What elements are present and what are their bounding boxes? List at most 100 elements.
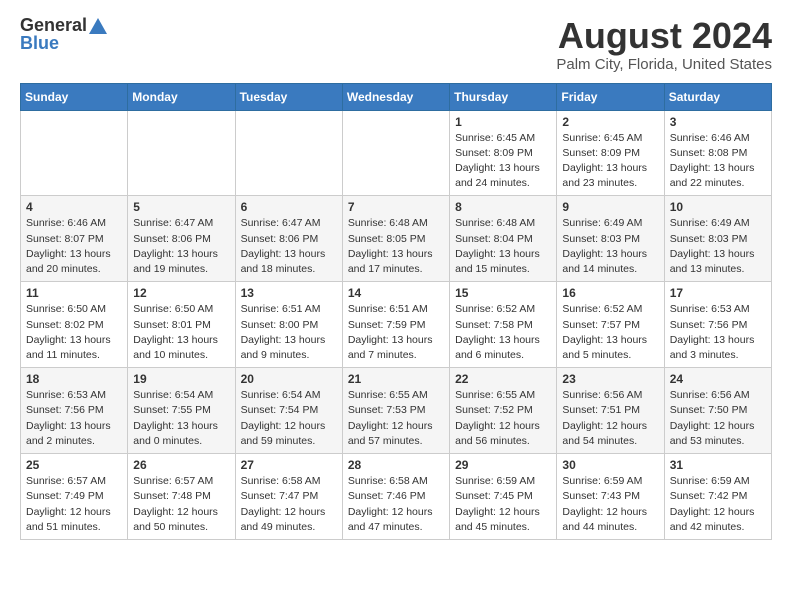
weekday-header-cell: Thursday — [450, 83, 557, 110]
calendar-day-cell: 16 Sunrise: 6:52 AM Sunset: 7:57 PM Dayli… — [557, 282, 664, 368]
calendar-day-cell: 15Sunrise: 6:52 AM Sunset: 7:58 PM Dayli… — [450, 282, 557, 368]
day-info: Sunrise: 6:50 AM Sunset: 8:02 PM Dayligh… — [26, 302, 122, 363]
day-info: Sunrise: 6:58 AM Sunset: 7:47 PM Dayligh… — [241, 474, 337, 535]
calendar-day-cell — [342, 110, 449, 196]
day-info: Sunrise: 6:56 AM Sunset: 7:51 PM Dayligh… — [562, 388, 658, 449]
calendar-day-cell: 13 Sunrise: 6:51 AM Sunset: 8:00 PM Dayli… — [235, 282, 342, 368]
day-info: Sunrise: 6:49 AM Sunset: 8:03 PM Dayligh… — [562, 216, 658, 277]
day-number: 13 — [241, 286, 337, 300]
day-number: 25 — [26, 458, 122, 472]
calendar-day-cell: 11 Sunrise: 6:50 AM Sunset: 8:02 PM Dayli… — [21, 282, 128, 368]
calendar-day-cell: 31Sunrise: 6:59 AM Sunset: 7:42 PM Dayli… — [664, 454, 771, 540]
calendar-week-row: 1 Sunrise: 6:45 AM Sunset: 8:09 PM Daylig… — [21, 110, 772, 196]
location-title: Palm City, Florida, United States — [556, 56, 772, 73]
calendar-week-row: 18 Sunrise: 6:53 AM Sunset: 7:56 PM Dayli… — [21, 368, 772, 454]
day-number: 30 — [562, 458, 658, 472]
weekday-header-cell: Friday — [557, 83, 664, 110]
day-info: Sunrise: 6:51 AM Sunset: 8:00 PM Dayligh… — [241, 302, 337, 363]
day-number: 27 — [241, 458, 337, 472]
day-number: 24 — [670, 372, 766, 386]
day-number: 9 — [562, 200, 658, 214]
day-number: 4 — [26, 200, 122, 214]
day-info: Sunrise: 6:46 AM Sunset: 8:08 PM Dayligh… — [670, 131, 766, 192]
day-number: 29 — [455, 458, 551, 472]
day-number: 15 — [455, 286, 551, 300]
calendar-day-cell: 25 Sunrise: 6:57 AM Sunset: 7:49 PM Dayli… — [21, 454, 128, 540]
calendar-day-cell: 1 Sunrise: 6:45 AM Sunset: 8:09 PM Daylig… — [450, 110, 557, 196]
calendar-day-cell: 6 Sunrise: 6:47 AM Sunset: 8:06 PM Daylig… — [235, 196, 342, 282]
day-info: Sunrise: 6:47 AM Sunset: 8:06 PM Dayligh… — [241, 216, 337, 277]
calendar-day-cell: 2 Sunrise: 6:45 AM Sunset: 8:09 PM Daylig… — [557, 110, 664, 196]
day-number: 19 — [133, 372, 229, 386]
day-number: 18 — [26, 372, 122, 386]
day-number: 28 — [348, 458, 444, 472]
day-number: 5 — [133, 200, 229, 214]
day-number: 1 — [455, 115, 551, 129]
calendar-day-cell: 8Sunrise: 6:48 AM Sunset: 8:04 PM Daylig… — [450, 196, 557, 282]
day-info: Sunrise: 6:57 AM Sunset: 7:49 PM Dayligh… — [26, 474, 122, 535]
day-info: Sunrise: 6:45 AM Sunset: 8:09 PM Dayligh… — [455, 131, 551, 192]
weekday-header-cell: Tuesday — [235, 83, 342, 110]
calendar-day-cell: 20 Sunrise: 6:54 AM Sunset: 7:54 PM Dayli… — [235, 368, 342, 454]
calendar-day-cell: 9 Sunrise: 6:49 AM Sunset: 8:03 PM Daylig… — [557, 196, 664, 282]
calendar-day-cell: 17Sunrise: 6:53 AM Sunset: 7:56 PM Dayli… — [664, 282, 771, 368]
day-info: Sunrise: 6:54 AM Sunset: 7:55 PM Dayligh… — [133, 388, 229, 449]
day-info: Sunrise: 6:53 AM Sunset: 7:56 PM Dayligh… — [670, 302, 766, 363]
calendar-day-cell: 29 Sunrise: 6:59 AM Sunset: 7:45 PM Dayli… — [450, 454, 557, 540]
day-info: Sunrise: 6:59 AM Sunset: 7:45 PM Dayligh… — [455, 474, 551, 535]
day-info: Sunrise: 6:45 AM Sunset: 8:09 PM Dayligh… — [562, 131, 658, 192]
header: General Blue August 2024 Palm City, Flor… — [20, 16, 772, 73]
day-info: Sunrise: 6:59 AM Sunset: 7:42 PM Dayligh… — [670, 474, 766, 535]
calendar-table: SundayMondayTuesdayWednesdayThursdayFrid… — [20, 83, 772, 540]
day-number: 10 — [670, 200, 766, 214]
calendar-day-cell — [21, 110, 128, 196]
calendar-week-row: 4Sunrise: 6:46 AM Sunset: 8:07 PM Daylig… — [21, 196, 772, 282]
weekday-header-row: SundayMondayTuesdayWednesdayThursdayFrid… — [21, 83, 772, 110]
calendar-day-cell: 30 Sunrise: 6:59 AM Sunset: 7:43 PM Dayli… — [557, 454, 664, 540]
day-number: 12 — [133, 286, 229, 300]
calendar-day-cell: 21 Sunrise: 6:55 AM Sunset: 7:53 PM Dayli… — [342, 368, 449, 454]
calendar-day-cell: 14 Sunrise: 6:51 AM Sunset: 7:59 PM Dayli… — [342, 282, 449, 368]
day-info: Sunrise: 6:52 AM Sunset: 7:57 PM Dayligh… — [562, 302, 658, 363]
logo-triangle-icon — [89, 18, 107, 34]
calendar-day-cell: 19 Sunrise: 6:54 AM Sunset: 7:55 PM Dayli… — [128, 368, 235, 454]
calendar-body: 1 Sunrise: 6:45 AM Sunset: 8:09 PM Daylig… — [21, 110, 772, 539]
day-info: Sunrise: 6:54 AM Sunset: 7:54 PM Dayligh… — [241, 388, 337, 449]
weekday-header-cell: Sunday — [21, 83, 128, 110]
day-info: Sunrise: 6:53 AM Sunset: 7:56 PM Dayligh… — [26, 388, 122, 449]
weekday-header-cell: Saturday — [664, 83, 771, 110]
day-number: 11 — [26, 286, 122, 300]
title-block: August 2024 Palm City, Florida, United S… — [556, 16, 772, 73]
day-info: Sunrise: 6:49 AM Sunset: 8:03 PM Dayligh… — [670, 216, 766, 277]
day-number: 20 — [241, 372, 337, 386]
day-info: Sunrise: 6:59 AM Sunset: 7:43 PM Dayligh… — [562, 474, 658, 535]
calendar-day-cell: 5 Sunrise: 6:47 AM Sunset: 8:06 PM Daylig… — [128, 196, 235, 282]
calendar-day-cell: 4Sunrise: 6:46 AM Sunset: 8:07 PM Daylig… — [21, 196, 128, 282]
weekday-header-cell: Monday — [128, 83, 235, 110]
day-number: 22 — [455, 372, 551, 386]
calendar-day-cell: 10 Sunrise: 6:49 AM Sunset: 8:03 PM Dayli… — [664, 196, 771, 282]
day-info: Sunrise: 6:48 AM Sunset: 8:04 PM Dayligh… — [455, 216, 551, 277]
day-number: 23 — [562, 372, 658, 386]
calendar-day-cell: 12 Sunrise: 6:50 AM Sunset: 8:01 PM Dayli… — [128, 282, 235, 368]
logo-blue: Blue — [20, 34, 59, 52]
day-info: Sunrise: 6:47 AM Sunset: 8:06 PM Dayligh… — [133, 216, 229, 277]
day-number: 7 — [348, 200, 444, 214]
day-number: 6 — [241, 200, 337, 214]
weekday-header-cell: Wednesday — [342, 83, 449, 110]
day-info: Sunrise: 6:56 AM Sunset: 7:50 PM Dayligh… — [670, 388, 766, 449]
calendar-week-row: 11 Sunrise: 6:50 AM Sunset: 8:02 PM Dayli… — [21, 282, 772, 368]
day-number: 16 — [562, 286, 658, 300]
calendar-day-cell: 18 Sunrise: 6:53 AM Sunset: 7:56 PM Dayli… — [21, 368, 128, 454]
day-info: Sunrise: 6:55 AM Sunset: 7:52 PM Dayligh… — [455, 388, 551, 449]
calendar-day-cell: 26Sunrise: 6:57 AM Sunset: 7:48 PM Dayli… — [128, 454, 235, 540]
day-number: 2 — [562, 115, 658, 129]
day-number: 14 — [348, 286, 444, 300]
day-info: Sunrise: 6:50 AM Sunset: 8:01 PM Dayligh… — [133, 302, 229, 363]
logo: General Blue — [20, 16, 107, 52]
day-info: Sunrise: 6:51 AM Sunset: 7:59 PM Dayligh… — [348, 302, 444, 363]
day-number: 21 — [348, 372, 444, 386]
calendar-day-cell: 22 Sunrise: 6:55 AM Sunset: 7:52 PM Dayli… — [450, 368, 557, 454]
calendar-day-cell: 23 Sunrise: 6:56 AM Sunset: 7:51 PM Dayli… — [557, 368, 664, 454]
day-info: Sunrise: 6:55 AM Sunset: 7:53 PM Dayligh… — [348, 388, 444, 449]
